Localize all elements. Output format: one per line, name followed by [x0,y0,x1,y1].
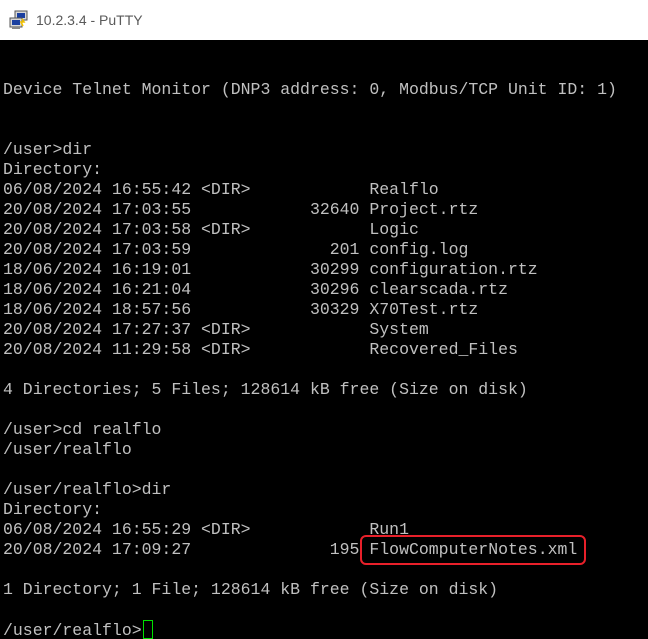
putty-computers-icon [9,10,28,29]
putty-window: 10.2.3.4 - PuTTY Device Telnet Monitor (… [0,0,648,639]
terminal-line-highlighted-file: 20/08/2024 17:09:27 195 FlowComputerNote… [3,535,617,565]
terminal-line: 1 Directory; 1 File; 128614 kB free (Siz… [3,580,499,599]
terminal-line: Directory: [3,500,103,519]
terminal-line: Device Telnet Monitor (DNP3 address: 0, … [3,80,617,99]
terminal-line: 20/08/2024 17:03:58 <DIR> Logic [3,220,419,239]
title-bar[interactable]: 10.2.3.4 - PuTTY [0,0,648,40]
terminal-prompt: /user/realflo> [3,621,142,639]
terminal-area[interactable]: Device Telnet Monitor (DNP3 address: 0, … [0,40,648,639]
terminal-line: 18/06/2024 18:57:56 30329 X70Test.rtz [3,300,479,319]
window-title: 10.2.3.4 - PuTTY [36,12,143,28]
terminal-line-prefix: 20/08/2024 17:09:27 195 [3,540,370,559]
terminal-line: Directory: [3,160,103,179]
terminal-lines: Device Telnet Monitor (DNP3 address: 0, … [3,60,617,639]
terminal-line: 18/06/2024 16:21:04 30296 clearscada.rtz [3,280,508,299]
terminal-line: 4 Directories; 5 Files; 128614 kB free (… [3,380,528,399]
terminal-line: 20/08/2024 17:03:59 201 config.log [3,240,469,259]
terminal-line: /user/realflo>dir [3,480,172,499]
highlighted-filename: FlowComputerNotes.xml [360,535,587,565]
text-cursor [142,620,153,639]
terminal-line: /user>cd realflo [3,420,162,439]
terminal-line: 20/08/2024 17:27:37 <DIR> System [3,320,429,339]
terminal-line: 20/08/2024 11:29:58 <DIR> Recovered_File… [3,340,518,359]
terminal-line: /user>dir [3,140,93,159]
terminal-line: 06/08/2024 16:55:42 <DIR> Realflo [3,180,439,199]
terminal-line: 20/08/2024 17:03:55 32640 Project.rtz [3,200,479,219]
terminal-line: 18/06/2024 16:19:01 30299 configuration.… [3,260,538,279]
terminal-prompt-line[interactable]: /user/realflo> [3,620,617,639]
terminal-line: /user/realflo [3,440,132,459]
